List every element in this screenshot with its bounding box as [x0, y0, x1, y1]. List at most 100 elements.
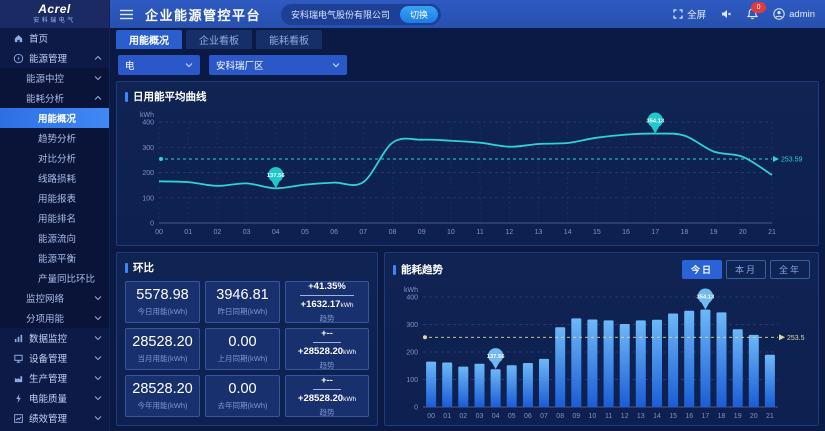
sidebar-item-power-quality[interactable]: 电能质量: [0, 388, 109, 408]
svg-text:07: 07: [540, 413, 548, 420]
chevron-up-icon: [94, 95, 102, 101]
range-button-today[interactable]: 今日: [682, 260, 722, 279]
stat-label: 当月用能(kWh): [138, 353, 188, 364]
page-title: 企业能源管控平台: [145, 5, 261, 24]
energy-type-select[interactable]: 电: [118, 55, 200, 75]
menu-collapse-icon[interactable]: [120, 9, 133, 20]
sidebar-item-trend-analysis[interactable]: 趋势分析: [0, 128, 109, 148]
sidebar-item-sub-item-usage[interactable]: 分项用能: [0, 308, 109, 328]
sidebar-item-output-yoy-mom[interactable]: 产量同比环比: [0, 268, 109, 288]
svg-text:400: 400: [142, 120, 154, 127]
tab-energy-board[interactable]: 能耗看板: [256, 30, 322, 49]
svg-text:00: 00: [155, 229, 163, 236]
sidebar-item-usage-overview[interactable]: 用能概况: [0, 108, 109, 128]
sidebar-item-energy-balance[interactable]: 能源平衡: [0, 248, 109, 268]
sidebar-item-label: 数据监控: [29, 331, 67, 345]
sidebar-item-line-loss[interactable]: 线路损耗: [0, 168, 109, 188]
svg-text:09: 09: [572, 413, 580, 420]
area-select[interactable]: 安科瑞厂区: [209, 55, 347, 75]
sidebar-item-label: 电能质量: [29, 391, 67, 405]
stat-card-trend-row1: +41.35%+1632.17kWh趋势: [285, 281, 369, 323]
stat-label: 去年同期(kWh): [218, 400, 268, 411]
notifications-button[interactable]: 0: [747, 8, 758, 20]
sidebar-item-performance-mgmt[interactable]: 绩效管理: [0, 408, 109, 428]
daily-curve-chart: 0001020304050607080910111213141516171819…: [125, 104, 810, 244]
sidebar-item-energy-center[interactable]: 能源中控: [0, 68, 109, 88]
svg-text:20: 20: [739, 229, 747, 236]
svg-text:13: 13: [637, 413, 645, 420]
energy-type-value: 电: [125, 58, 135, 72]
brand-logo-title: Acrel: [38, 4, 71, 15]
svg-text:354.13: 354.13: [646, 118, 665, 124]
switch-company-button[interactable]: 切换: [400, 6, 438, 23]
stat-value: 0.00: [228, 381, 256, 397]
energy-trend-chart: 0100200300400kWh000102030405060708091011…: [393, 279, 810, 423]
range-buttons: 今日本月全年: [682, 260, 810, 279]
header: 企业能源管控平台 安科瑞电气股份有限公司 切换 全屏 0 admin: [110, 0, 825, 28]
header-right: 全屏 0 admin: [673, 7, 815, 21]
production-icon: [13, 373, 24, 384]
chevron-up-icon: [94, 55, 102, 61]
sidebar-item-energy-flow[interactable]: 能源流向: [0, 228, 109, 248]
svg-text:kWh: kWh: [140, 112, 154, 119]
sidebar-item-energy-analysis[interactable]: 能耗分析: [0, 88, 109, 108]
tab-usage-overview[interactable]: 用能概况: [116, 30, 182, 49]
sidebar-item-production-mgmt[interactable]: 生产管理: [0, 368, 109, 388]
svg-text:300: 300: [406, 322, 418, 329]
sidebar-item-monitor-network[interactable]: 监控网络: [0, 288, 109, 308]
sidebar-item-label: 用能排名: [38, 211, 76, 225]
stat-label: 昨日同期(kWh): [218, 306, 268, 317]
stats-grid: 5578.98今日用能(kWh)3946.81昨日同期(kWh)+41.35%+…: [125, 281, 369, 417]
sidebar-item-home[interactable]: 首页: [0, 28, 109, 48]
sidebar-item-label: 产量同比环比: [38, 271, 95, 285]
svg-text:19: 19: [734, 413, 742, 420]
svg-text:00: 00: [427, 413, 435, 420]
sound-toggle-button[interactable]: [721, 9, 732, 19]
svg-text:04: 04: [492, 413, 500, 420]
sidebar-item-usage-report[interactable]: 用能报表: [0, 188, 109, 208]
fullscreen-icon: [673, 9, 683, 19]
stat-card-trend-row2: +--+28528.20kWh趋势: [285, 328, 369, 370]
sidebar-item-energy-mgmt[interactable]: 能源管理: [0, 48, 109, 68]
svg-text:09: 09: [418, 229, 426, 236]
tab-enterprise-board[interactable]: 企业看板: [186, 30, 252, 49]
speaker-icon: [721, 9, 732, 19]
sidebar-item-data-monitor[interactable]: 数据监控: [0, 328, 109, 348]
chevron-down-icon: [94, 315, 102, 321]
stat-value: 28528.20: [132, 334, 192, 350]
trend-caption: 趋势: [320, 313, 335, 324]
range-button-month[interactable]: 本月: [726, 260, 766, 279]
trend-caption: 趋势: [320, 360, 335, 371]
svg-text:07: 07: [359, 229, 367, 236]
chain-comparison-title-text: 环比: [133, 260, 154, 275]
home-icon: [13, 33, 24, 44]
performance-icon: [13, 413, 24, 424]
svg-text:18: 18: [718, 413, 726, 420]
svg-text:12: 12: [505, 229, 513, 236]
chevron-down-icon: [332, 62, 340, 68]
stat-value: 0.00: [228, 334, 256, 350]
sidebar-item-device-mgmt[interactable]: 设备管理: [0, 348, 109, 368]
svg-text:17: 17: [702, 413, 710, 420]
user-menu[interactable]: admin: [773, 8, 815, 20]
stat-card-trend-row3: +--+28528.20kWh趋势: [285, 375, 369, 417]
trend-percent: +--: [313, 375, 341, 390]
stat-label: 上月同期(kWh): [218, 353, 268, 364]
svg-text:05: 05: [508, 413, 516, 420]
svg-text:100: 100: [142, 195, 154, 202]
trend-caption: 趋势: [320, 407, 335, 418]
sidebar-item-label: 分项用能: [26, 311, 64, 325]
sidebar-item-usage-ranking[interactable]: 用能排名: [0, 208, 109, 228]
range-button-year[interactable]: 全年: [770, 260, 810, 279]
company-selector[interactable]: 安科瑞电气股份有限公司 切换: [281, 4, 441, 25]
svg-text:03: 03: [243, 229, 251, 236]
fullscreen-label: 全屏: [687, 7, 706, 21]
fullscreen-button[interactable]: 全屏: [673, 7, 706, 21]
stat-label: 今年用能(kWh): [138, 400, 188, 411]
notification-badge: 0: [751, 2, 766, 13]
svg-text:kWh: kWh: [404, 287, 418, 294]
sidebar-item-compare-analysis[interactable]: 对比分析: [0, 148, 109, 168]
power-icon: [13, 393, 24, 404]
daily-curve-panel: 日用能平均曲线 00010203040506070809101112131415…: [116, 81, 819, 246]
svg-text:08: 08: [389, 229, 397, 236]
